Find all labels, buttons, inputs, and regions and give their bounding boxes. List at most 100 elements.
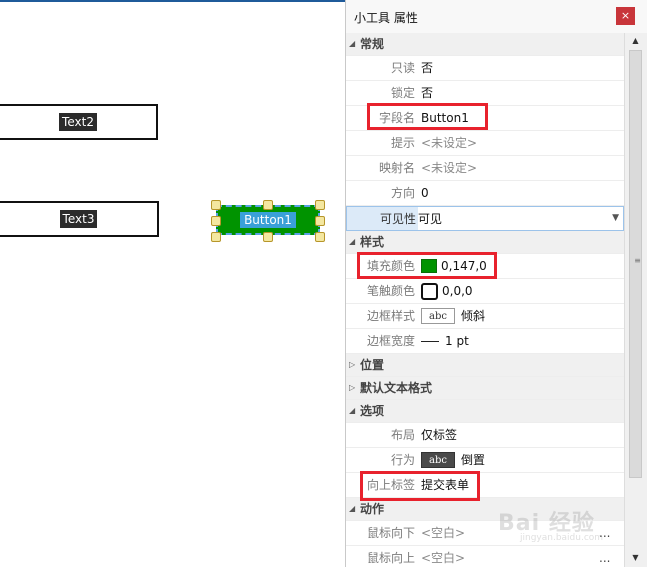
visibility-dropdown[interactable]: 可见 ▼	[418, 207, 623, 230]
resize-handle-top[interactable]	[263, 200, 273, 210]
more-button[interactable]: ...	[599, 546, 610, 567]
prop-value[interactable]: 0,0,0	[421, 279, 473, 303]
prop-label: 布局	[390, 428, 415, 442]
collapse-triangle-icon[interactable]: ◢	[349, 498, 355, 520]
section-label: 样式	[360, 235, 385, 249]
prop-value[interactable]: 0	[421, 181, 429, 205]
resize-handle-top-left[interactable]	[211, 200, 221, 210]
scrollbar-thumb[interactable]: ≡	[629, 50, 642, 478]
prop-mouse-up[interactable]: 鼠标向上 <空白> ...	[346, 546, 624, 567]
scrollbar-track[interactable]: ≡	[628, 50, 643, 550]
line-width-icon	[421, 340, 439, 342]
collapse-triangle-icon[interactable]: ◢	[349, 231, 355, 253]
prop-border-width[interactable]: 边框宽度 1 pt	[346, 329, 624, 354]
vertical-scrollbar[interactable]: ▲ ≡ ▼	[624, 33, 647, 567]
section-default-text-format[interactable]: ▷ 默认文本格式	[346, 377, 624, 400]
prop-label: 可见性	[379, 212, 416, 226]
section-label: 常规	[360, 37, 385, 51]
prop-layout[interactable]: 布局 仅标签	[346, 423, 624, 448]
resize-handle-top-right[interactable]	[315, 200, 325, 210]
prop-value[interactable]: abc 倾斜	[421, 304, 485, 328]
collapse-triangle-icon[interactable]: ◢	[349, 33, 355, 55]
text2-label: Text2	[59, 113, 97, 131]
prop-label: 锁定	[390, 86, 415, 100]
prop-value[interactable]: 0,147,0	[421, 254, 487, 278]
panel-header: 小工具 属性 ×	[346, 0, 647, 34]
scroll-up-arrow-icon[interactable]: ▲	[628, 33, 643, 48]
prop-label: 边框宽度	[366, 334, 415, 348]
expand-triangle-icon[interactable]: ▷	[349, 377, 355, 399]
prop-border-style[interactable]: 边框样式 abc 倾斜	[346, 304, 624, 329]
prop-tooltip[interactable]: 提示 <未设定>	[346, 131, 624, 156]
resize-handle-bottom[interactable]	[263, 232, 273, 242]
property-grid: ◢ 常规 只读 否 锁定 否 字段名 Button1 提示 <未设定> 映射名 …	[346, 33, 624, 567]
resize-handle-right[interactable]	[315, 216, 325, 226]
prop-label: 鼠标向下	[366, 526, 415, 540]
prop-value[interactable]: abc 倒置	[421, 448, 485, 472]
panel-title: 小工具 属性	[354, 11, 418, 25]
stroke-color-swatch[interactable]	[421, 282, 438, 300]
canvas-top-border	[0, 0, 345, 2]
text2-field[interactable]: Text2	[0, 104, 158, 140]
prop-value[interactable]: 1 pt	[421, 329, 469, 353]
prop-value[interactable]: <未设定>	[421, 156, 477, 180]
prop-value[interactable]: 仅标签	[421, 423, 457, 447]
grip-icon: ≡	[634, 256, 641, 265]
section-label: 默认文本格式	[360, 381, 433, 395]
text3-field[interactable]: Text3	[0, 201, 159, 237]
close-icon: ×	[620, 9, 631, 22]
prop-behavior[interactable]: 行为 abc 倒置	[346, 448, 624, 473]
resize-handle-bottom-left[interactable]	[211, 232, 221, 242]
prop-readonly[interactable]: 只读 否	[346, 56, 624, 81]
prop-value[interactable]: 否	[421, 56, 433, 80]
border-width-value: 1 pt	[445, 334, 469, 348]
dropdown-value: 可见	[418, 211, 443, 226]
prop-value[interactable]: Button1	[421, 106, 469, 130]
prop-value[interactable]: 否	[421, 81, 433, 105]
prop-label: 映射名	[378, 161, 415, 175]
prop-value[interactable]: 提交表单	[421, 473, 469, 497]
section-label: 位置	[360, 358, 385, 372]
button1-widget[interactable]: Button1	[211, 200, 325, 242]
prop-label: 行为	[390, 453, 415, 467]
section-label: 选项	[360, 404, 385, 418]
close-button[interactable]: ×	[616, 7, 635, 25]
section-options[interactable]: ◢ 选项	[346, 400, 624, 423]
behavior-value: 倒置	[461, 453, 486, 467]
section-position[interactable]: ▷ 位置	[346, 354, 624, 377]
border-style-value: 倾斜	[461, 309, 486, 323]
prop-fill-color[interactable]: 填充颜色 0,147,0	[346, 254, 624, 279]
chevron-down-icon[interactable]: ▼	[612, 207, 619, 230]
section-style[interactable]: ◢ 样式	[346, 231, 624, 254]
prop-stroke-color[interactable]: 笔触颜色 0,0,0	[346, 279, 624, 304]
prop-value[interactable]: <空白>	[421, 521, 465, 545]
fill-color-swatch[interactable]	[421, 259, 437, 273]
prop-label: 边框样式	[366, 309, 415, 323]
prop-label: 字段名	[378, 111, 415, 125]
prop-label: 只读	[390, 61, 415, 75]
design-canvas[interactable]: Text2 Text3 Button1	[0, 0, 345, 567]
button1-label: Button1	[240, 212, 296, 228]
prop-label: 向上标签	[366, 478, 415, 492]
section-label: 动作	[360, 502, 385, 516]
prop-label: 笔触颜色	[366, 284, 415, 298]
border-style-preview-icon: abc	[421, 308, 455, 324]
prop-direction[interactable]: 方向 0	[346, 181, 624, 206]
scroll-down-arrow-icon[interactable]: ▼	[628, 550, 643, 565]
prop-label: 方向	[390, 186, 415, 200]
prop-visibility[interactable]: 可见性 可见 ▼	[346, 206, 624, 231]
prop-value[interactable]: <未设定>	[421, 131, 477, 155]
prop-locked[interactable]: 锁定 否	[346, 81, 624, 106]
collapse-triangle-icon[interactable]: ◢	[349, 400, 355, 422]
expand-triangle-icon[interactable]: ▷	[349, 354, 355, 376]
prop-up-label[interactable]: 向上标签 提交表单	[346, 473, 624, 498]
resize-handle-bottom-right[interactable]	[315, 232, 325, 242]
section-general[interactable]: ◢ 常规	[346, 33, 624, 56]
prop-field-name[interactable]: 字段名 Button1	[346, 106, 624, 131]
resize-handle-left[interactable]	[211, 216, 221, 226]
prop-value[interactable]: <空白>	[421, 546, 465, 567]
prop-label: 提示	[390, 136, 415, 150]
prop-map-name[interactable]: 映射名 <未设定>	[346, 156, 624, 181]
properties-panel: 小工具 属性 × ◢ 常规 只读 否 锁定 否 字段名 Button1 提示 <…	[345, 0, 647, 567]
watermark-url: jingyan.baidu.com	[520, 533, 604, 543]
